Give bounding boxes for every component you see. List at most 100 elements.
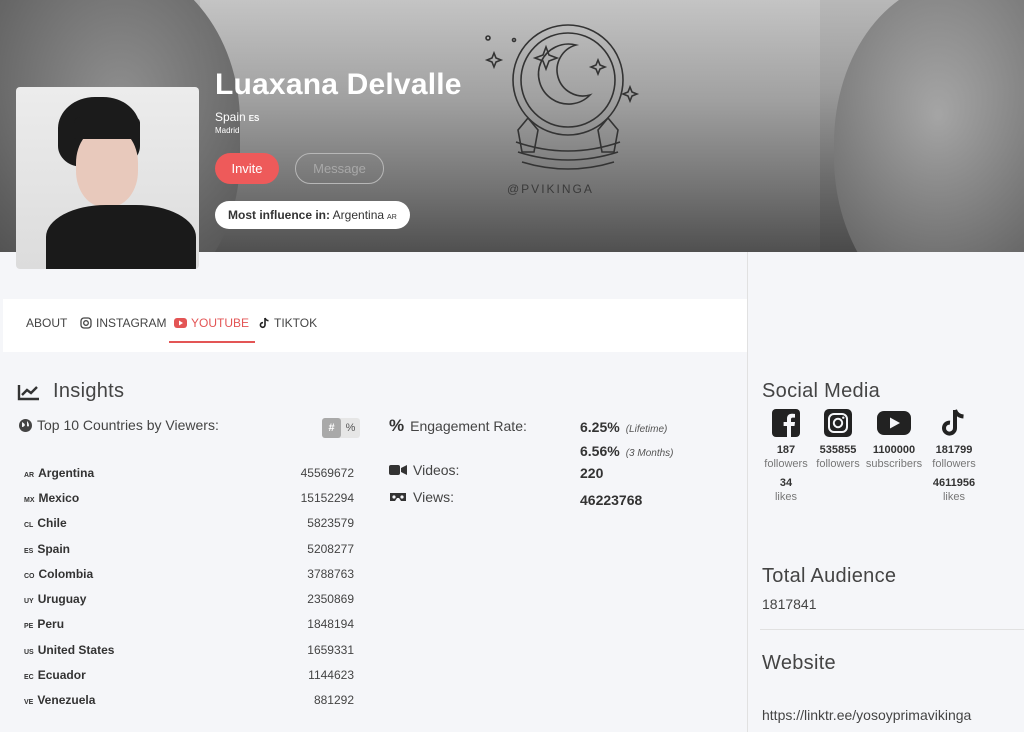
toggle-count[interactable]: # — [322, 418, 341, 438]
tab-tiktok-label: TIKTOK — [274, 316, 318, 330]
country-code: CL — [24, 522, 34, 530]
instagram-icon — [824, 409, 852, 437]
social-facebook[interactable]: 187 followers 34 likes — [760, 407, 812, 503]
country-viewers: 1144623 — [308, 668, 354, 683]
views-label-row: Views: — [389, 489, 454, 505]
tab-youtube[interactable]: YOUTUBE — [174, 316, 249, 330]
total-audience-value: 1817841 — [762, 596, 817, 612]
engagement-label: Engagement Rate: — [410, 418, 527, 434]
avatar-fringe — [74, 117, 140, 139]
country-code: US — [24, 648, 34, 656]
profile-country: Spain ES — [215, 110, 259, 124]
country-name: Venezuela — [37, 693, 96, 708]
country-viewers: 1659331 — [307, 642, 354, 657]
youtube-subscribers-unit: subscribers — [865, 458, 923, 470]
videos-label-row: Videos: — [389, 462, 459, 478]
list-item: PE Peru 1848194 — [24, 612, 354, 637]
avatar — [16, 87, 199, 269]
country-viewers: 5208277 — [307, 541, 354, 556]
tiktok-followers: 181799 — [935, 444, 973, 456]
facebook-likes: 34 — [779, 477, 793, 489]
influence-badge: Most influence in: Argentina AR — [215, 201, 410, 229]
views-label: Views: — [413, 489, 454, 505]
list-item: MX Mexico 15152294 — [24, 485, 354, 510]
country-code: VE — [24, 699, 34, 707]
tab-tiktok[interactable]: TIKTOK — [259, 316, 317, 330]
tab-about[interactable]: ABOUT — [26, 316, 67, 330]
avatar-body — [46, 205, 196, 269]
influence-code: AR — [387, 214, 397, 221]
facebook-followers-unit: followers — [764, 458, 808, 470]
facebook-icon — [772, 409, 800, 437]
social-instagram[interactable]: 535855 followers — [812, 407, 864, 503]
website-link[interactable]: https://linktr.ee/yosoyprimavikinga — [762, 707, 971, 723]
list-item: UY Uruguay 2350869 — [24, 586, 354, 611]
percent-icon: % — [389, 416, 405, 435]
toggle-percent[interactable]: % — [341, 418, 360, 438]
profile-city: Madrid — [215, 126, 240, 135]
chart-line-icon — [17, 384, 39, 400]
country-name: Argentina — [38, 465, 95, 480]
youtube-subscribers: 1100000 — [872, 444, 916, 456]
engagement-lifetime: 6.25% (Lifetime) — [580, 419, 667, 435]
country-name: Spain — [37, 541, 71, 556]
country-name: Chile — [37, 516, 67, 531]
tab-instagram[interactable]: INSTAGRAM — [80, 316, 166, 330]
country-code: ES — [24, 547, 34, 555]
top10-label: Top 10 Countries by Viewers: — [37, 417, 219, 433]
crystal-ball-logo — [484, 24, 640, 170]
country-viewers: 2350869 — [307, 592, 354, 607]
country-name: Uruguay — [37, 592, 87, 607]
section-divider — [760, 629, 1024, 630]
tiktok-icon — [259, 317, 269, 329]
list-item: CO Colombia 3788763 — [24, 561, 354, 586]
globe-icon — [19, 418, 32, 432]
list-item: ES Spain 5208277 — [24, 536, 354, 561]
country-viewers: 15152294 — [300, 490, 354, 505]
message-button[interactable]: Message — [295, 153, 384, 184]
tiktok-likes: 4611956 — [932, 477, 976, 489]
engagement-rate-label: % Engagement Rate: — [389, 416, 527, 436]
engagement-3-months: 6.56% (3 Months) — [580, 443, 674, 459]
tab-about-label: ABOUT — [26, 316, 68, 330]
country-name: Spain — [215, 110, 246, 124]
tiktok-icon — [942, 409, 964, 436]
social-media-grid: 187 followers 34 likes 535855 followers … — [760, 407, 984, 503]
list-item: AR Argentina 45569672 — [24, 460, 354, 485]
country-code: PE — [24, 623, 34, 631]
list-item: VE Venezuela 881292 — [24, 688, 354, 713]
videos-label: Videos: — [413, 462, 460, 478]
total-audience-title: Total Audience — [762, 565, 897, 587]
country-code: UY — [24, 598, 34, 606]
youtube-icon — [877, 411, 911, 435]
country-list: AR Argentina 45569672 MX Mexico 15152294 CL C… — [24, 460, 354, 713]
tiktok-followers-unit: followers — [932, 458, 976, 470]
social-media-title: Social Media — [762, 380, 881, 402]
country-code: EC — [24, 674, 34, 682]
count-percent-toggle[interactable]: # % — [322, 418, 360, 438]
country-viewers: 1848194 — [307, 617, 354, 632]
instagram-icon — [80, 317, 92, 329]
tab-bar: ABOUT INSTAGRAM YOUTUBE TIKTOK — [3, 299, 747, 352]
list-item: US United States 1659331 — [24, 637, 354, 662]
video-camera-icon — [389, 465, 407, 475]
country-name: Peru — [37, 617, 65, 632]
list-item: EC Ecuador 1144623 — [24, 662, 354, 687]
influence-label: Most influence in: — [228, 208, 330, 222]
views-value: 46223768 — [580, 492, 643, 508]
country-code: CO — [24, 572, 35, 580]
country-code: AR — [24, 471, 35, 479]
insights-title: Insights — [53, 380, 125, 402]
active-tab-indicator — [169, 341, 255, 343]
engagement-3m-value: 6.56% — [580, 443, 620, 459]
country-name: United States — [37, 642, 115, 657]
social-youtube[interactable]: 1100000 subscribers — [864, 407, 924, 503]
social-tiktok[interactable]: 181799 followers 4611956 likes — [924, 407, 984, 503]
avatar-face — [76, 127, 138, 207]
top10-heading: Top 10 Countries by Viewers: — [18, 417, 219, 433]
banner-handle: @PVIKINGA — [507, 182, 594, 196]
tab-instagram-label: INSTAGRAM — [96, 316, 167, 330]
instagram-followers: 535855 — [819, 444, 857, 456]
invite-button[interactable]: Invite — [215, 153, 279, 184]
facebook-followers: 187 — [776, 444, 796, 456]
